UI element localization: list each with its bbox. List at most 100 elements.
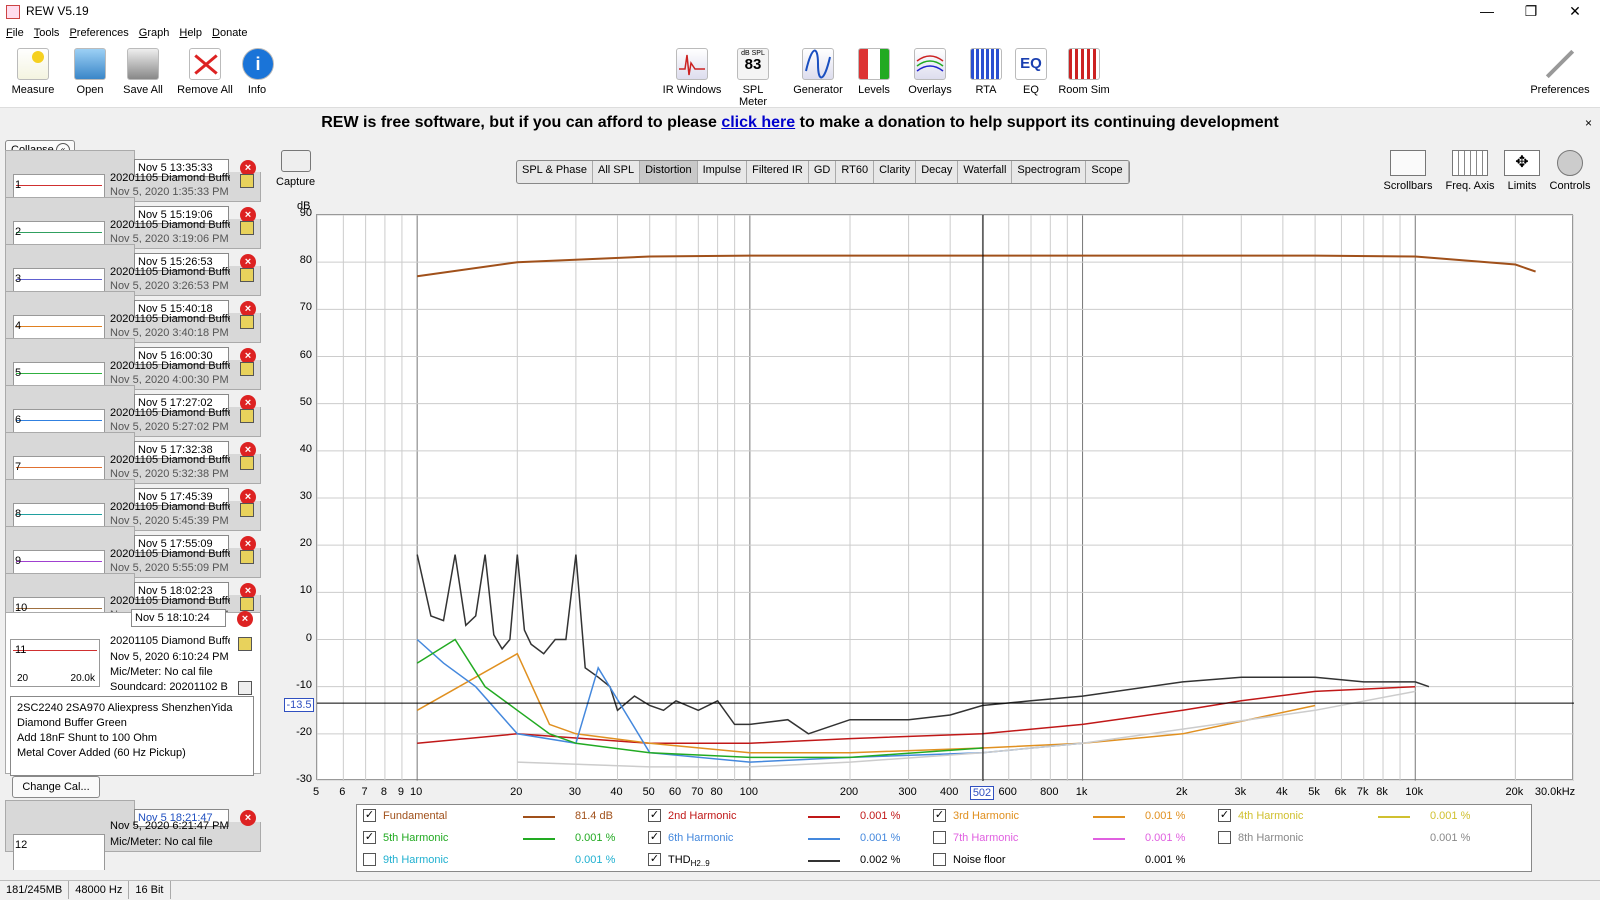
x-tick-label: 20 bbox=[510, 786, 523, 798]
measurement-time[interactable]: Nov 5 18:10:24 bbox=[131, 609, 226, 627]
measurement-tool-icon[interactable] bbox=[240, 315, 254, 329]
legend-checkbox[interactable]: ✓ bbox=[648, 809, 661, 822]
menu-preferences[interactable]: Preferences bbox=[63, 24, 132, 39]
menu-file[interactable]: File bbox=[0, 24, 28, 39]
legend-checkbox[interactable]: ✓ bbox=[1218, 809, 1231, 822]
measurement-tool-icon[interactable] bbox=[240, 597, 254, 611]
banner-close-icon[interactable]: × bbox=[1585, 110, 1592, 136]
generator-button[interactable]: Generator bbox=[792, 48, 844, 96]
legend-checkbox[interactable] bbox=[363, 853, 376, 866]
tab-clarity[interactable]: Clarity bbox=[874, 161, 917, 183]
limits-button[interactable]: ✥ Limits bbox=[1502, 150, 1542, 192]
tab-all-spl[interactable]: All SPL bbox=[593, 161, 641, 183]
preferences-button[interactable]: Preferences bbox=[1528, 48, 1592, 96]
measurement-item[interactable]: Nov 5 13:35:33 × 1 20201105 Diamond Buffer N… bbox=[5, 150, 261, 202]
save-all-button[interactable]: Save All bbox=[120, 48, 166, 96]
measurement-notes[interactable]: 2SC2240 2SA970 Aliexpress ShenzhenYida D… bbox=[10, 696, 254, 776]
tab-gd[interactable]: GD bbox=[809, 161, 837, 183]
legend-checkbox[interactable]: ✓ bbox=[363, 831, 376, 844]
eq-button[interactable]: EQ EQ bbox=[1014, 48, 1048, 96]
tab-distortion[interactable]: Distortion bbox=[640, 161, 698, 183]
tab-decay[interactable]: Decay bbox=[916, 161, 959, 183]
menu-tools[interactable]: Tools bbox=[28, 24, 64, 39]
open-button[interactable]: Open bbox=[70, 48, 110, 96]
measure-button[interactable]: Measure bbox=[10, 48, 56, 96]
soundcard-icon[interactable] bbox=[238, 681, 252, 695]
measurement-item[interactable]: Nov 5 17:32:38 × 7 20201105 Diamond Buffer N… bbox=[5, 432, 261, 484]
measurement-item[interactable]: Nov 5 18:21:47 × 12 Nov 5, 2020 6:21:47 … bbox=[5, 800, 261, 870]
measurement-item[interactable]: Nov 5 15:26:53 × 3 20201105 Diamond Buffer N… bbox=[5, 244, 261, 296]
menu-help[interactable]: Help bbox=[173, 24, 206, 39]
controls-button[interactable]: Controls bbox=[1546, 150, 1594, 192]
measurement-tool-icon[interactable] bbox=[240, 174, 254, 188]
tab-filtered-ir[interactable]: Filtered IR bbox=[747, 161, 809, 183]
info-button[interactable]: i Info bbox=[242, 48, 274, 96]
room-sim-button[interactable]: Room Sim bbox=[1056, 48, 1112, 96]
tab-scope[interactable]: Scope bbox=[1086, 161, 1129, 183]
rta-button[interactable]: RTA bbox=[966, 48, 1006, 96]
ir-windows-icon bbox=[676, 48, 708, 80]
legend-checkbox[interactable]: ✓ bbox=[363, 809, 376, 822]
close-button[interactable]: ✕ bbox=[1552, 0, 1598, 24]
tab-spectrogram[interactable]: Spectrogram bbox=[1012, 161, 1087, 183]
levels-button[interactable]: Levels bbox=[852, 48, 896, 96]
distortion-chart[interactable] bbox=[316, 214, 1575, 782]
menu-donate[interactable]: Donate bbox=[206, 24, 251, 39]
legend-item: ✓ 5th Harmonic 0.001 % bbox=[363, 829, 648, 849]
minimize-button[interactable]: — bbox=[1464, 0, 1510, 24]
tab-waterfall[interactable]: Waterfall bbox=[958, 161, 1013, 183]
measurement-tool-icon[interactable] bbox=[240, 550, 254, 564]
measurement-tool-icon[interactable] bbox=[240, 456, 254, 470]
measurement-item[interactable]: Nov 5 15:19:06 × 2 20201105 Diamond Buffer N… bbox=[5, 197, 261, 249]
legend-checkbox[interactable] bbox=[933, 853, 946, 866]
legend-checkbox[interactable] bbox=[933, 831, 946, 844]
remove-icon bbox=[189, 48, 221, 80]
legend-checkbox[interactable]: ✓ bbox=[648, 853, 661, 866]
legend-value: 0.001 % bbox=[575, 854, 616, 866]
measurement-number: 1 bbox=[15, 179, 22, 191]
scrollbars-button[interactable]: Scrollbars bbox=[1380, 150, 1436, 192]
ir-windows-button[interactable]: IR Windows bbox=[662, 48, 722, 96]
x-tick-label: 7k bbox=[1356, 786, 1369, 798]
tab-impulse[interactable]: Impulse bbox=[698, 161, 748, 183]
measurement-item[interactable]: Nov 5 17:45:39 × 8 20201105 Diamond Buffer N… bbox=[5, 479, 261, 531]
measurement-tool-icon[interactable] bbox=[240, 409, 254, 423]
change-cal-button[interactable]: Change Cal... bbox=[12, 776, 100, 798]
menu-graph[interactable]: Graph bbox=[133, 24, 174, 39]
tab-rt60[interactable]: RT60 bbox=[836, 161, 875, 183]
capture-button[interactable]: Capture bbox=[276, 150, 315, 188]
measurement-tool-icon[interactable] bbox=[240, 503, 254, 517]
x-tick-label: 600 bbox=[998, 786, 1017, 798]
tab-spl-phase[interactable]: SPL & Phase bbox=[517, 161, 594, 183]
measurement-item[interactable]: Nov 5 17:55:09 × 9 20201105 Diamond Buffer N… bbox=[5, 526, 261, 578]
legend-item: 9th Harmonic 0.001 % bbox=[363, 851, 648, 871]
delete-measurement-icon[interactable]: × bbox=[237, 611, 253, 627]
measurement-item[interactable]: Nov 5 15:40:18 × 4 20201105 Diamond Buffer N… bbox=[5, 291, 261, 343]
legend-swatch bbox=[808, 816, 840, 818]
measurement-tool-icon[interactable] bbox=[240, 362, 254, 376]
distortion-plot[interactable] bbox=[316, 214, 1575, 782]
measurement-item[interactable]: Nov 5 17:27:02 × 6 20201105 Diamond Buffer N… bbox=[5, 385, 261, 437]
y-tick-label: 10 bbox=[299, 584, 312, 597]
measurement-tool-icon[interactable] bbox=[240, 268, 254, 282]
measurement-item[interactable]: Nov 5 16:00:30 × 5 20201105 Diamond Buffer N… bbox=[5, 338, 261, 390]
spl-meter-button[interactable]: dB SPL 83 SPL Meter bbox=[728, 48, 778, 108]
donation-link[interactable]: click here bbox=[721, 114, 795, 131]
measurement-tool-icon[interactable] bbox=[238, 637, 252, 651]
legend-label: 2nd Harmonic bbox=[668, 810, 737, 822]
legend-checkbox[interactable]: ✓ bbox=[933, 809, 946, 822]
delete-measurement-icon[interactable]: × bbox=[240, 810, 256, 826]
legend-checkbox[interactable] bbox=[1218, 831, 1231, 844]
remove-all-button[interactable]: Remove All bbox=[176, 48, 234, 96]
legend-item: ✓ 6th Harmonic 0.001 % bbox=[648, 829, 933, 849]
x-tick-label: 5k bbox=[1308, 786, 1320, 798]
measurement-date: Nov 5, 2020 3:26:53 PM bbox=[110, 280, 229, 290]
y-tick-label: 0 bbox=[305, 631, 312, 644]
freq-axis-button[interactable]: Freq. Axis bbox=[1440, 150, 1500, 192]
overlays-button[interactable]: Overlays bbox=[904, 48, 956, 96]
legend-checkbox[interactable]: ✓ bbox=[648, 831, 661, 844]
y-tick-label: -30 bbox=[296, 773, 312, 785]
measurement-tool-icon[interactable] bbox=[240, 221, 254, 235]
maximize-button[interactable]: ❐ bbox=[1508, 0, 1554, 24]
measurement-name: 20201105 Diamond Buffer bbox=[110, 313, 230, 325]
